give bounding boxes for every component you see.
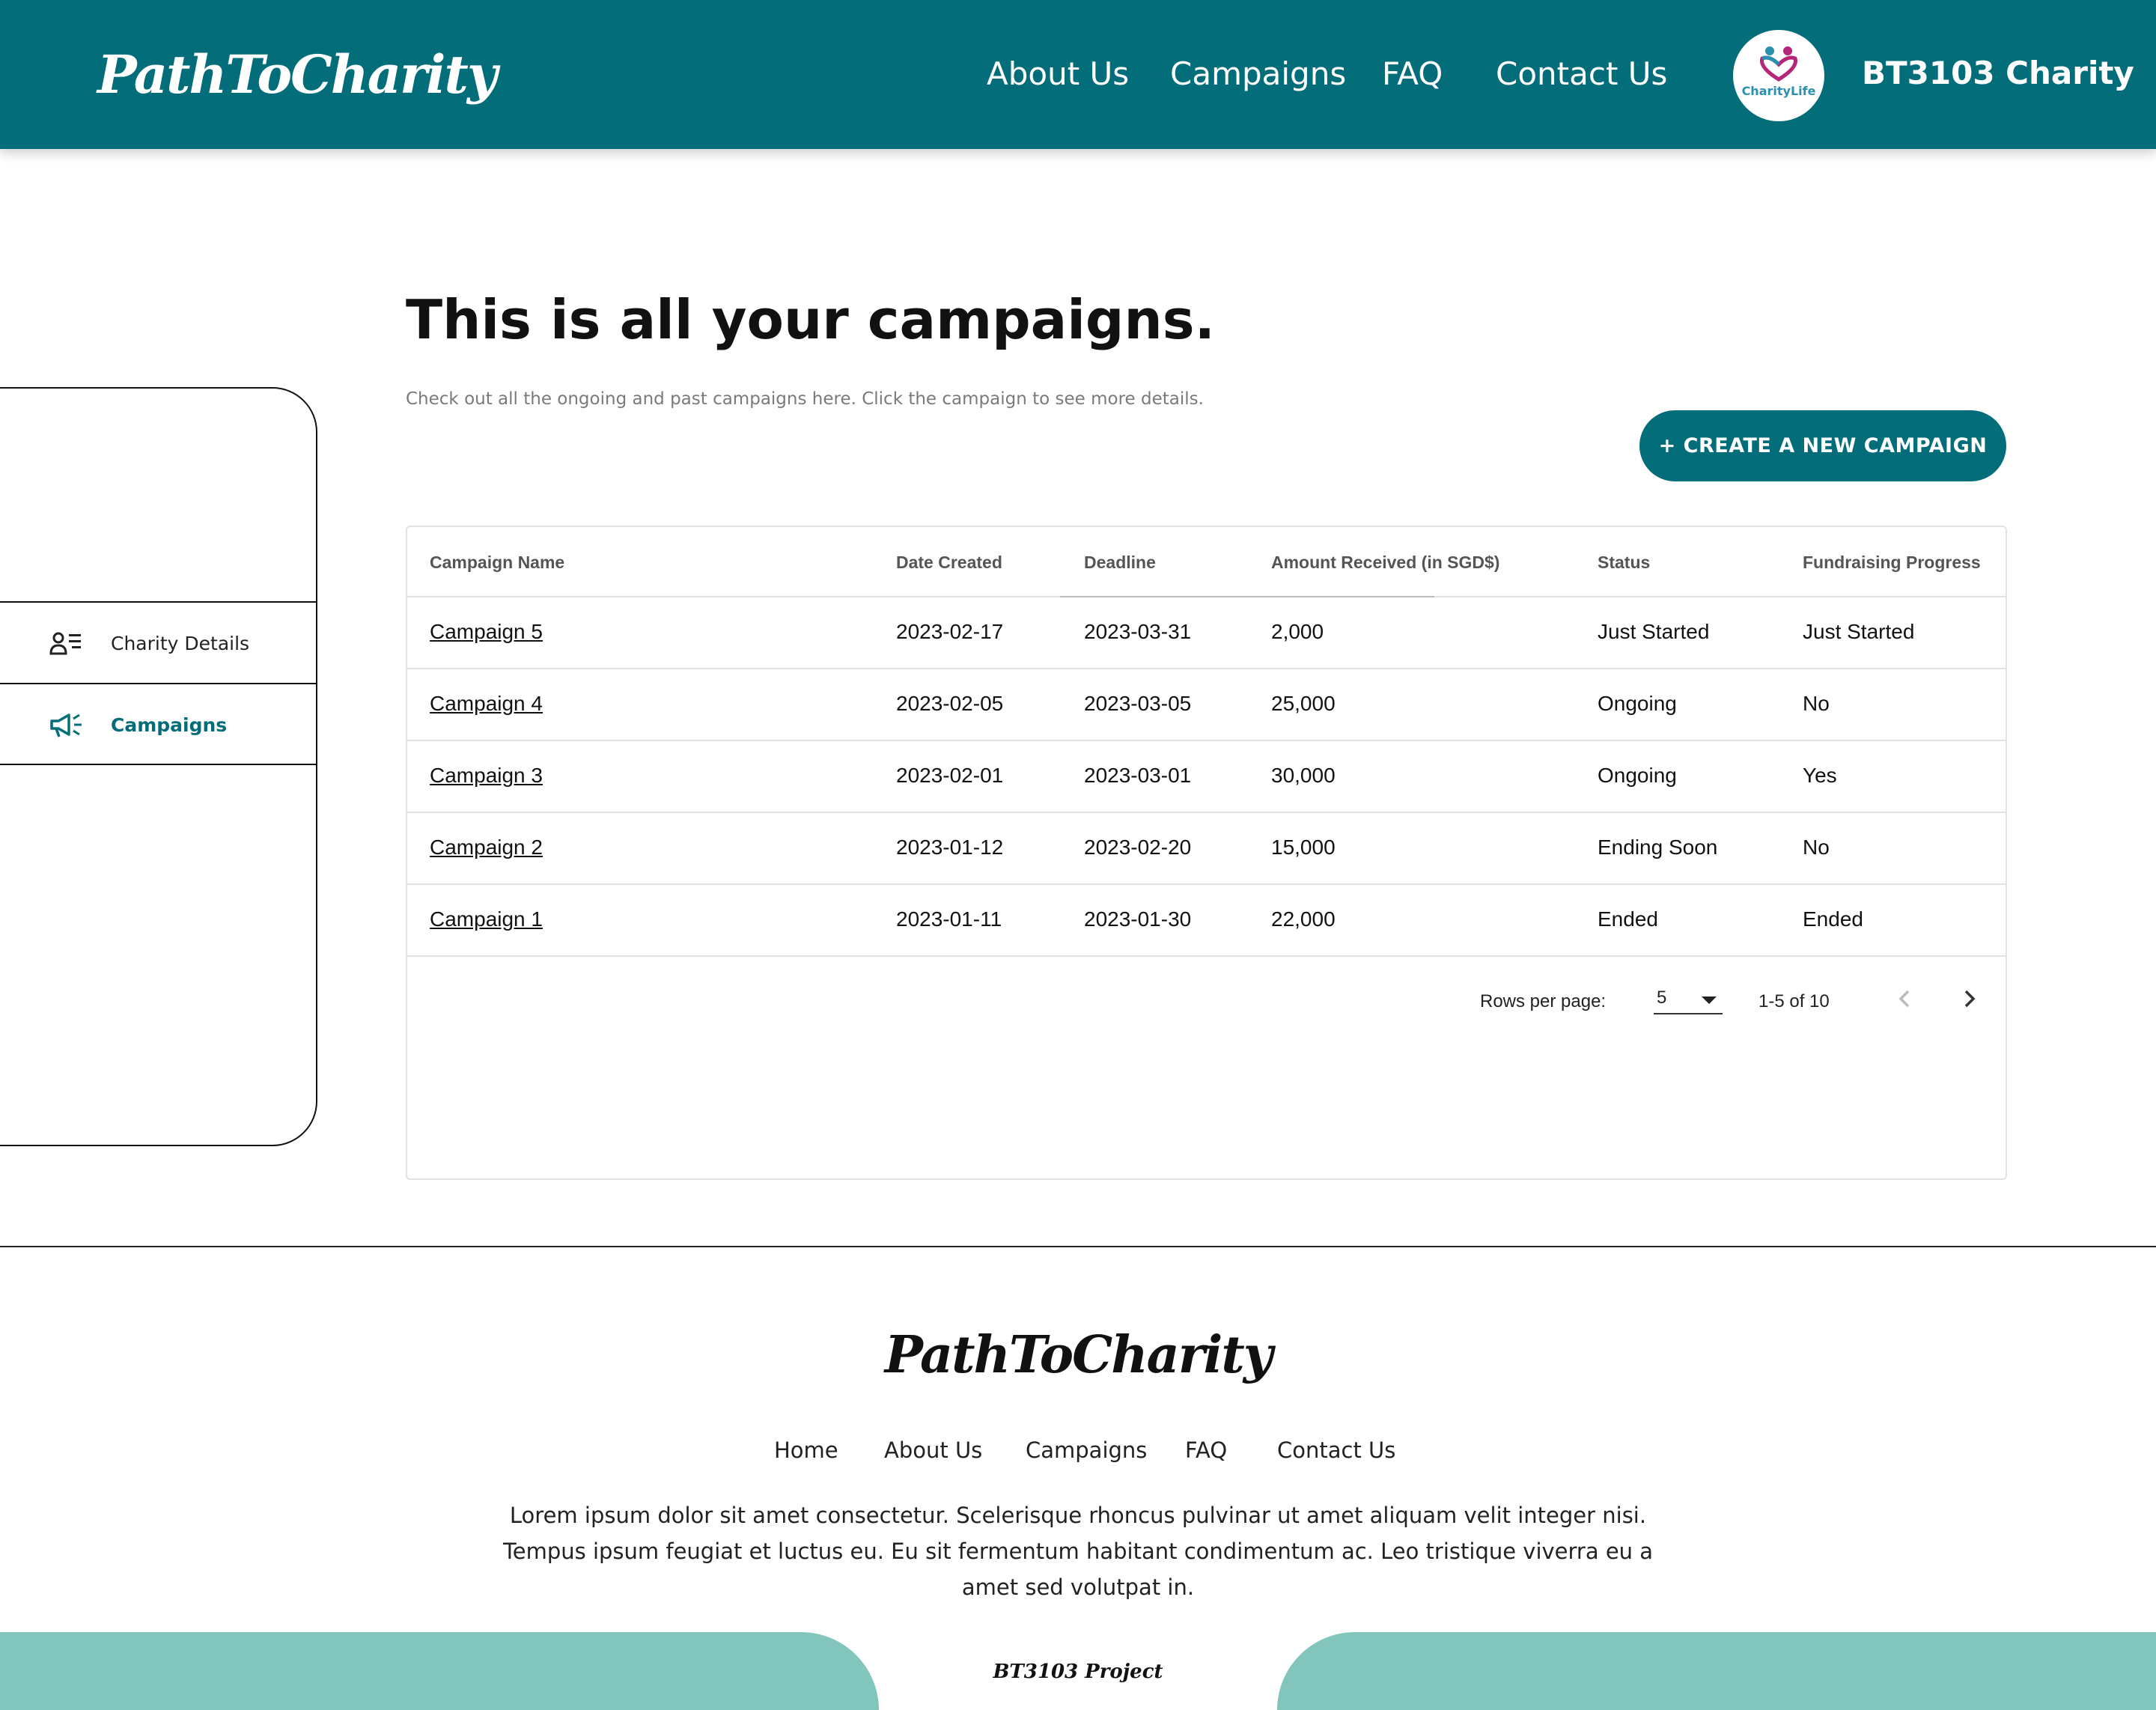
cell-amount-received: 15,000 bbox=[1271, 836, 1336, 859]
rows-per-page-select[interactable]: 5 bbox=[1654, 980, 1723, 1014]
table-header: Campaign Name Date Created Deadline Amou… bbox=[407, 527, 2006, 597]
sidebar-item-label: Charity Details bbox=[111, 633, 250, 654]
person-list-icon bbox=[49, 631, 82, 660]
cell-amount-received: 30,000 bbox=[1271, 764, 1336, 787]
footer-nav-faq[interactable]: FAQ bbox=[1185, 1437, 1227, 1463]
avatar[interactable]: CharityLife bbox=[1733, 30, 1824, 121]
caret-down-icon bbox=[1702, 997, 1717, 1004]
cell-status: Ending Soon bbox=[1598, 836, 1718, 859]
sidebar-item-label: Campaigns bbox=[111, 714, 228, 736]
campaign-name-link[interactable]: Campaign 3 bbox=[430, 764, 543, 788]
cell-status: Ongoing bbox=[1598, 692, 1677, 715]
chevron-left-icon bbox=[1898, 990, 1910, 1008]
cell-status: Ongoing bbox=[1598, 764, 1677, 787]
footer-nav-home[interactable]: Home bbox=[774, 1437, 838, 1463]
column-header-date-created[interactable]: Date Created bbox=[896, 553, 1002, 573]
nav-faq[interactable]: FAQ bbox=[1382, 55, 1443, 92]
table-row[interactable]: Campaign 5 2023-02-17 2023-03-31 2,000 J… bbox=[407, 597, 2006, 669]
cell-deadline: 2023-03-01 bbox=[1084, 764, 1192, 787]
brand-logo[interactable]: PathToCharity bbox=[97, 43, 498, 106]
table-row[interactable]: Campaign 1 2023-01-11 2023-01-30 22,000 … bbox=[407, 885, 2006, 957]
nav-contact-us[interactable]: Contact Us bbox=[1496, 55, 1667, 92]
footer-credit: BT3103 Project bbox=[993, 1661, 1163, 1683]
column-header-fundraising-progress[interactable]: Fundraising Progress bbox=[1803, 553, 1981, 573]
cell-status: Ended bbox=[1598, 907, 1658, 931]
table-row[interactable]: Campaign 2 2023-01-12 2023-02-20 15,000 … bbox=[407, 813, 2006, 885]
create-campaign-button[interactable]: + CREATE A NEW CAMPAIGN bbox=[1639, 410, 2006, 481]
cell-fundraising-progress: No bbox=[1803, 692, 1830, 715]
campaign-name-link[interactable]: Campaign 2 bbox=[430, 836, 543, 859]
table-row[interactable]: Campaign 3 2023-02-01 2023-03-01 30,000 … bbox=[407, 741, 2006, 813]
org-name[interactable]: BT3103 Charity bbox=[1862, 55, 2134, 91]
footer-brand-logo[interactable]: PathToCharity bbox=[0, 1325, 2156, 1385]
top-navbar: PathToCharity About Us Campaigns FAQ Con… bbox=[0, 0, 2156, 149]
pagination-range: 1-5 of 10 bbox=[1758, 991, 1830, 1011]
table-row[interactable]: Campaign 4 2023-02-05 2023-03-05 25,000 … bbox=[407, 669, 2006, 741]
cell-amount-received: 25,000 bbox=[1271, 692, 1336, 715]
cell-amount-received: 2,000 bbox=[1271, 620, 1324, 643]
column-header-amount-received[interactable]: Amount Received (in SGD$) bbox=[1271, 553, 1499, 573]
megaphone-icon bbox=[49, 713, 84, 743]
footer-description: Lorem ipsum dolor sit amet consectetur. … bbox=[502, 1503, 1654, 1600]
rows-per-page-value: 5 bbox=[1657, 988, 1667, 1008]
footer-divider bbox=[0, 1246, 2156, 1247]
campaign-name-link[interactable]: Campaign 1 bbox=[430, 907, 543, 931]
rows-per-page-label: Rows per page: bbox=[1480, 991, 1607, 1011]
sidebar: Charity Details Campaigns bbox=[0, 387, 317, 1146]
footer-nav-campaigns[interactable]: Campaigns bbox=[1026, 1437, 1147, 1463]
footer-nav-contact-us[interactable]: Contact Us bbox=[1277, 1437, 1395, 1463]
sidebar-item-campaigns[interactable]: Campaigns bbox=[0, 683, 317, 765]
avatar-logo-text: CharityLife bbox=[1741, 84, 1816, 98]
cell-date-created: 2023-02-01 bbox=[896, 764, 1004, 787]
cell-fundraising-progress: Just Started bbox=[1803, 620, 1915, 643]
charity-heart-icon bbox=[1759, 46, 1798, 82]
previous-page-button[interactable] bbox=[1890, 984, 1920, 1014]
campaign-name-link[interactable]: Campaign 5 bbox=[430, 620, 543, 644]
footer-nav-about-us[interactable]: About Us bbox=[884, 1437, 982, 1463]
cell-date-created: 2023-01-12 bbox=[896, 836, 1004, 859]
campaigns-table: Campaign Name Date Created Deadline Amou… bbox=[406, 526, 2007, 1180]
cell-fundraising-progress: Ended bbox=[1803, 907, 1863, 931]
page-title: This is all your campaigns. bbox=[406, 288, 1215, 351]
cell-date-created: 2023-02-17 bbox=[896, 620, 1004, 643]
nav-about-us[interactable]: About Us bbox=[987, 55, 1129, 92]
campaign-name-link[interactable]: Campaign 4 bbox=[430, 692, 543, 716]
cell-deadline: 2023-03-31 bbox=[1084, 620, 1192, 643]
cell-fundraising-progress: No bbox=[1803, 836, 1830, 859]
sidebar-item-charity-details[interactable]: Charity Details bbox=[0, 601, 317, 684]
cell-deadline: 2023-02-20 bbox=[1084, 836, 1192, 859]
page-subtitle: Check out all the ongoing and past campa… bbox=[406, 389, 1204, 409]
column-header-status[interactable]: Status bbox=[1598, 553, 1650, 573]
column-header-deadline[interactable]: Deadline bbox=[1084, 553, 1156, 573]
cell-amount-received: 22,000 bbox=[1271, 907, 1336, 931]
column-header-campaign-name[interactable]: Campaign Name bbox=[430, 553, 564, 573]
cell-fundraising-progress: Yes bbox=[1803, 764, 1837, 787]
nav-campaigns[interactable]: Campaigns bbox=[1170, 55, 1346, 92]
cell-date-created: 2023-02-05 bbox=[896, 692, 1004, 715]
next-page-button[interactable] bbox=[1954, 984, 1984, 1014]
cell-deadline: 2023-01-30 bbox=[1084, 907, 1192, 931]
cell-date-created: 2023-01-11 bbox=[896, 907, 1002, 931]
cell-deadline: 2023-03-05 bbox=[1084, 692, 1192, 715]
chevron-right-icon bbox=[1964, 990, 1976, 1008]
cell-status: Just Started bbox=[1598, 620, 1710, 643]
